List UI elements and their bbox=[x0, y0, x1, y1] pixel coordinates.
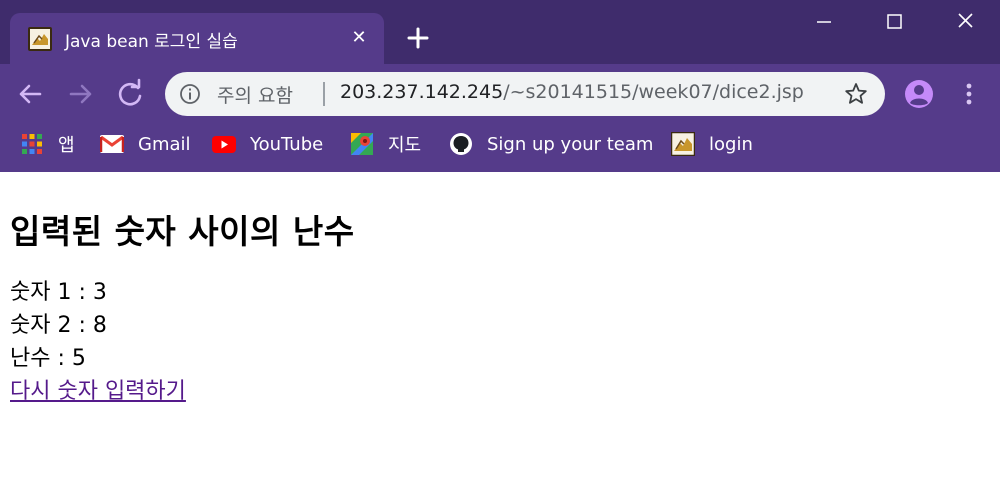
reload-button[interactable] bbox=[112, 76, 148, 112]
omnibox-divider bbox=[323, 82, 325, 106]
browser-chrome: Java bean 로그인 실습 ✕ 주의 요함 203.237.142.245… bbox=[0, 0, 1000, 172]
random-result-line: 난수 : 5 bbox=[10, 346, 86, 371]
url-host: 203.237.142.245 bbox=[340, 81, 504, 103]
info-icon[interactable] bbox=[179, 83, 201, 105]
plus-icon bbox=[407, 27, 429, 49]
bookmark-label: YouTube bbox=[250, 133, 324, 155]
bookmark-label: 앱 bbox=[58, 135, 75, 156]
bookmark-github[interactable]: Sign up your team bbox=[449, 124, 653, 164]
bookmark-label: login bbox=[709, 133, 753, 155]
close-icon bbox=[958, 13, 973, 28]
github-icon bbox=[449, 132, 473, 156]
page-title: 입력된 숫자 사이의 난수 bbox=[10, 212, 355, 251]
maximize-icon bbox=[887, 14, 902, 29]
site-favicon-icon bbox=[671, 132, 695, 156]
maps-pin-icon bbox=[350, 132, 374, 156]
bookmark-youtube[interactable]: YouTube bbox=[212, 124, 323, 164]
bookmark-apps[interactable]: 앱 bbox=[20, 124, 75, 164]
gmail-icon bbox=[100, 132, 124, 156]
arrow-right-icon bbox=[69, 84, 92, 104]
number-2-line: 숫자 2 : 8 bbox=[10, 313, 107, 338]
kebab-menu-icon[interactable] bbox=[955, 78, 983, 110]
retry-input-link[interactable]: 다시 숫자 입력하기 bbox=[10, 379, 186, 404]
window-close-button[interactable] bbox=[930, 0, 1000, 44]
url-text[interactable]: 203.237.142.245/~s20141515/week07/dice2.… bbox=[340, 81, 804, 103]
window-maximize-button[interactable] bbox=[859, 0, 929, 44]
bookmark-label: 지도 bbox=[388, 135, 422, 156]
page-content: 입력된 숫자 사이의 난수 숫자 1 : 3 숫자 2 : 8 난수 : 5 다… bbox=[10, 172, 990, 408]
bookmark-gmail[interactable]: Gmail bbox=[100, 124, 191, 164]
url-path: /~s20141515/week07/dice2.jsp bbox=[503, 81, 804, 103]
forward-button[interactable] bbox=[63, 76, 99, 112]
profile-avatar-icon[interactable] bbox=[903, 78, 935, 110]
result-lines: 숫자 1 : 3 숫자 2 : 8 난수 : 5 bbox=[10, 276, 990, 375]
tab-title: Java bean 로그인 실습 bbox=[65, 32, 238, 52]
bookmarks-bar: 앱 Gmail YouTube 지도 Sign up your team log… bbox=[0, 124, 1000, 164]
youtube-icon bbox=[212, 132, 236, 156]
bookmark-maps[interactable]: 지도 bbox=[350, 124, 421, 164]
number-1-line: 숫자 1 : 3 bbox=[10, 280, 107, 305]
back-button[interactable] bbox=[12, 76, 48, 112]
bookmark-star-icon[interactable] bbox=[843, 81, 869, 107]
reload-icon bbox=[118, 78, 142, 106]
address-bar[interactable]: 주의 요함 203.237.142.245/~s20141515/week07/… bbox=[165, 72, 885, 116]
apps-grid-icon bbox=[20, 132, 44, 156]
site-favicon-icon bbox=[28, 27, 52, 51]
bookmark-label: Gmail bbox=[138, 133, 191, 155]
bookmark-label: Sign up your team bbox=[487, 133, 654, 155]
arrow-left-icon bbox=[19, 84, 42, 104]
window-minimize-button[interactable] bbox=[789, 0, 859, 44]
security-status-label[interactable]: 주의 요함 bbox=[217, 81, 293, 108]
tab-close-icon[interactable]: ✕ bbox=[347, 25, 371, 51]
bookmark-login[interactable]: login bbox=[671, 124, 753, 164]
new-tab-button[interactable] bbox=[403, 23, 433, 53]
tab-active[interactable]: Java bean 로그인 실습 ✕ bbox=[10, 13, 384, 64]
minimize-icon bbox=[817, 21, 831, 23]
